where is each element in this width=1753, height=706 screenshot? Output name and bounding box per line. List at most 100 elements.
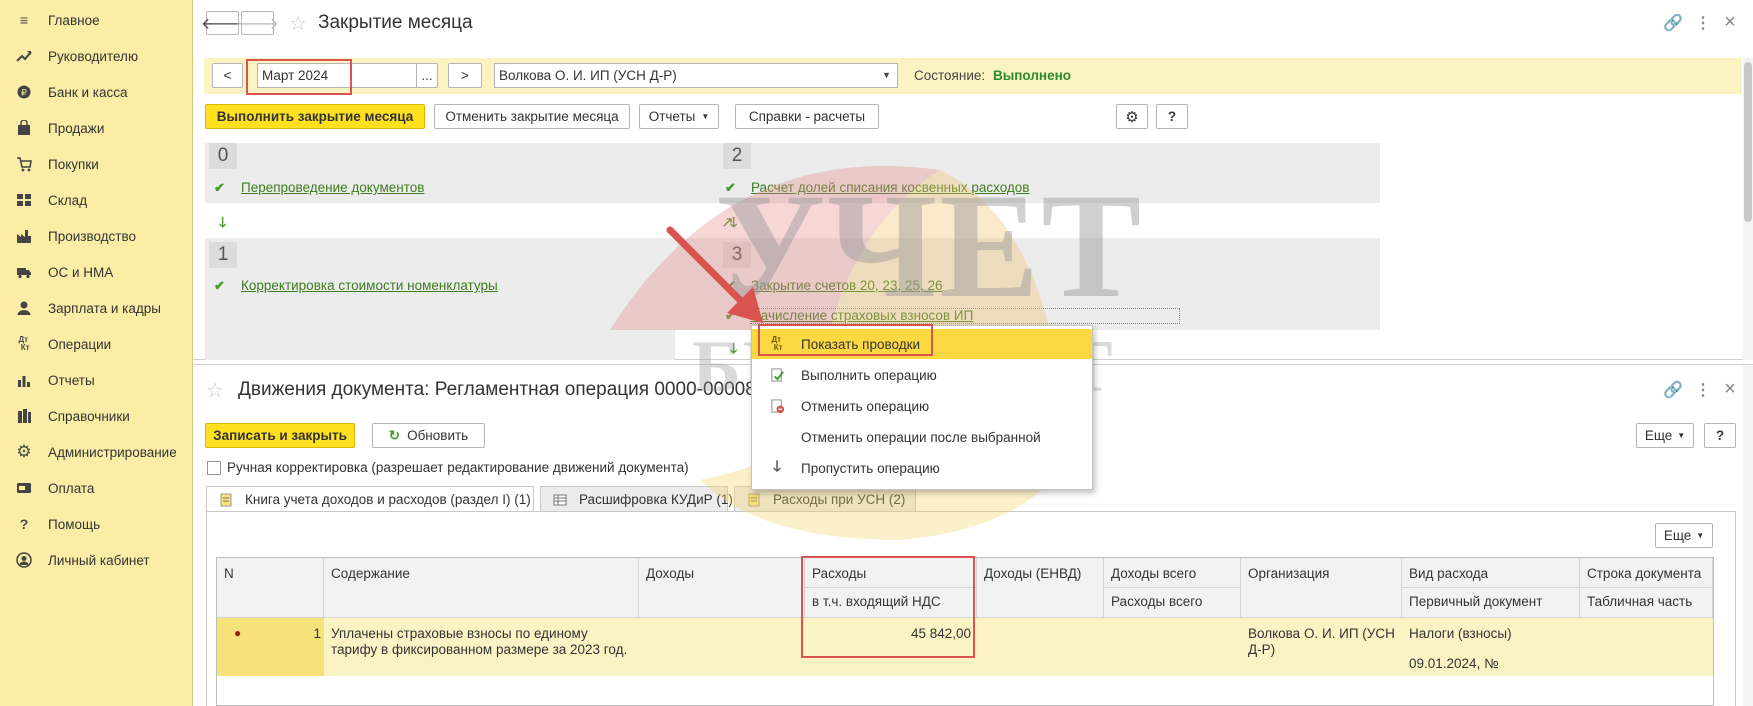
sidebar-item-help[interactable]: ? Помощь	[0, 508, 193, 540]
sidebar-item-label: Оплата	[48, 480, 95, 496]
table-more-button[interactable]: Еще ▼	[1655, 523, 1713, 548]
scrollbar[interactable]	[1743, 365, 1753, 706]
cancel-month-close-button[interactable]: Отменить закрытие месяца	[434, 104, 630, 129]
menu-item-skip-operation[interactable]: 🡓 Пропустить операцию	[752, 453, 1092, 483]
favorite-star-icon[interactable]: ☆	[206, 378, 224, 403]
op-cost-correction-link[interactable]: Корректировка стоимости номенклатуры	[241, 278, 498, 293]
sidebar-item-production[interactable]: Производство	[0, 220, 193, 252]
sidebar-item-warehouse[interactable]: Склад	[0, 184, 193, 216]
col-doc-line-header[interactable]: Строка документа	[1580, 558, 1713, 588]
settings-button[interactable]: ⚙	[1116, 104, 1148, 129]
bag-icon	[14, 119, 34, 137]
cart-icon	[14, 155, 34, 173]
refresh-label: Обновить	[407, 428, 469, 443]
refresh-button[interactable]: ↻ Обновить	[372, 423, 485, 448]
help-button[interactable]: ?	[1156, 104, 1188, 129]
sidebar-item-label: Личный кабинет	[48, 552, 150, 568]
sidebar-item-operations[interactable]: Дт Кт Операции	[0, 328, 193, 360]
state-value: Выполнено	[993, 68, 1071, 83]
close-icon[interactable]: ×	[1721, 11, 1739, 33]
op-close-accounts-link[interactable]: Закрытие счетов 20, 23, 25, 26	[751, 278, 943, 293]
step-1-number: 1	[209, 242, 237, 268]
col-table-part-header[interactable]: Табличная часть	[1580, 588, 1713, 618]
sidebar-item-reports[interactable]: Отчеты	[0, 364, 193, 396]
tab-label: Расшифровка КУДиР (1)	[579, 492, 733, 507]
menu-item-run-operation[interactable]: Выполнить операцию	[752, 360, 1092, 390]
chevron-down-icon[interactable]: ▼	[882, 70, 891, 80]
sidebar-item-label: Зарплата и кадры	[48, 300, 161, 316]
next-period-button[interactable]: >	[448, 63, 482, 88]
prev-period-button[interactable]: <	[212, 63, 243, 88]
chevron-down-icon: ▼	[701, 112, 710, 121]
link-icon[interactable]: 🔗	[1663, 14, 1683, 32]
row-content-cell-line2: тарифу в фиксированном размере за 2023 г…	[331, 642, 628, 657]
col-expenses-total-header[interactable]: Расходы всего	[1104, 588, 1241, 618]
help-button[interactable]: ?	[1704, 423, 1736, 448]
organization-select[interactable]: Волкова О. И. ИП (УСН Д-Р)	[494, 63, 898, 88]
sidebar-item-payment[interactable]: Оплата	[0, 472, 193, 504]
op-indirect-costs-link[interactable]: Расчет долей списания косвенных расходов	[751, 180, 1029, 195]
sidebar-item-hr[interactable]: Зарплата и кадры	[0, 292, 193, 324]
menu-item-cancel-after-selected[interactable]: Отменить операции после выбранной	[752, 422, 1092, 452]
more-vertical-icon[interactable]: ⋮	[1694, 14, 1712, 32]
sidebar-item-label: Справочники	[48, 408, 130, 424]
sidebar-item-label: Операции	[48, 336, 112, 352]
col-primary-doc-header[interactable]: Первичный документ	[1402, 588, 1580, 618]
col-income-total-header[interactable]: Доходы всего	[1104, 558, 1241, 588]
warehouse-icon	[14, 191, 34, 209]
sidebar-item-account[interactable]: Личный кабинет	[0, 544, 193, 576]
references-button[interactable]: Справки - расчеты	[735, 104, 879, 129]
col-income-envd-header[interactable]: Доходы (ЕНВД)	[977, 558, 1104, 618]
menu-item-label: Выполнить операцию	[801, 367, 937, 383]
cancel-op-icon	[768, 397, 786, 415]
manual-correction-checkbox[interactable]	[207, 461, 221, 475]
menu-item-cancel-operation[interactable]: Отменить операцию	[752, 391, 1092, 421]
more-label: Еще	[1644, 428, 1673, 443]
back-button[interactable]: 🡐	[201, 11, 244, 35]
col-content-header[interactable]: Содержание	[324, 558, 639, 618]
op-insurance-contributions-link[interactable]: Начисление страховых взносов ИП	[751, 308, 973, 323]
favorite-star-icon[interactable]: ☆	[289, 11, 307, 36]
col-expense-type-header[interactable]: Вид расхода	[1402, 558, 1580, 588]
step-2-number: 2	[723, 143, 751, 169]
organization-value: Волкова О. И. ИП (УСН Д-Р)	[499, 68, 677, 83]
sidebar-item-label: Отчеты	[48, 372, 95, 388]
highlight-box	[801, 556, 975, 658]
tab-kudir[interactable]: Книга учета доходов и расходов (раздел I…	[206, 486, 534, 512]
more-label: Еще	[1663, 528, 1692, 543]
sidebar: ≡ Главное Руководителю ₽ Банк и касса Пр…	[0, 0, 193, 706]
col-income-header[interactable]: Доходы	[639, 558, 805, 618]
sidebar-item-manager[interactable]: Руководителю	[0, 40, 193, 72]
highlight-box	[758, 324, 933, 356]
more-button[interactable]: Еще ▼	[1636, 423, 1694, 448]
run-month-close-button[interactable]: Выполнить закрытие месяца	[205, 104, 425, 129]
more-vertical-icon[interactable]: ⋮	[1694, 381, 1712, 399]
sidebar-item-bank[interactable]: ₽ Банк и касса	[0, 76, 193, 108]
row-org-cell: Волкова О. И. ИП (УСН	[1248, 626, 1395, 641]
table-icon	[553, 493, 567, 507]
sidebar-item-assets[interactable]: ОС и НМА	[0, 256, 193, 288]
forward-button[interactable]: 🡒	[236, 11, 279, 35]
link-icon[interactable]: 🔗	[1663, 381, 1683, 399]
col-org-header[interactable]: Организация	[1241, 558, 1402, 618]
sidebar-item-sales[interactable]: Продажи	[0, 112, 193, 144]
check-icon: ✔	[725, 180, 736, 195]
col-n-header[interactable]: N	[217, 558, 324, 618]
sidebar-item-label: Помощь	[48, 516, 101, 532]
sidebar-item-catalogs[interactable]: Справочники	[0, 400, 193, 432]
op-reposting-link[interactable]: Перепроведение документов	[241, 180, 424, 195]
sidebar-item-admin[interactable]: ⚙ Администрирование	[0, 436, 193, 468]
sidebar-item-label: Главное	[48, 12, 100, 28]
period-select-button[interactable]: ...	[416, 63, 438, 88]
save-close-button[interactable]: Записать и закрыть	[205, 423, 355, 448]
bar-chart-icon	[14, 371, 34, 389]
close-icon[interactable]: ×	[1721, 378, 1739, 400]
sidebar-item-label: Банк и касса	[48, 84, 128, 100]
sidebar-item-main[interactable]: ≡ Главное	[0, 4, 193, 36]
sidebar-item-purchases[interactable]: Покупки	[0, 148, 193, 180]
tab-kudir-details[interactable]: Расшифровка КУДиР (1)	[540, 486, 733, 512]
scrollbar[interactable]	[1743, 58, 1753, 360]
scroll-thumb[interactable]	[1744, 62, 1752, 222]
reports-dropdown-button[interactable]: Отчеты ▼	[639, 104, 719, 129]
gear-icon: ⚙	[1125, 108, 1139, 126]
